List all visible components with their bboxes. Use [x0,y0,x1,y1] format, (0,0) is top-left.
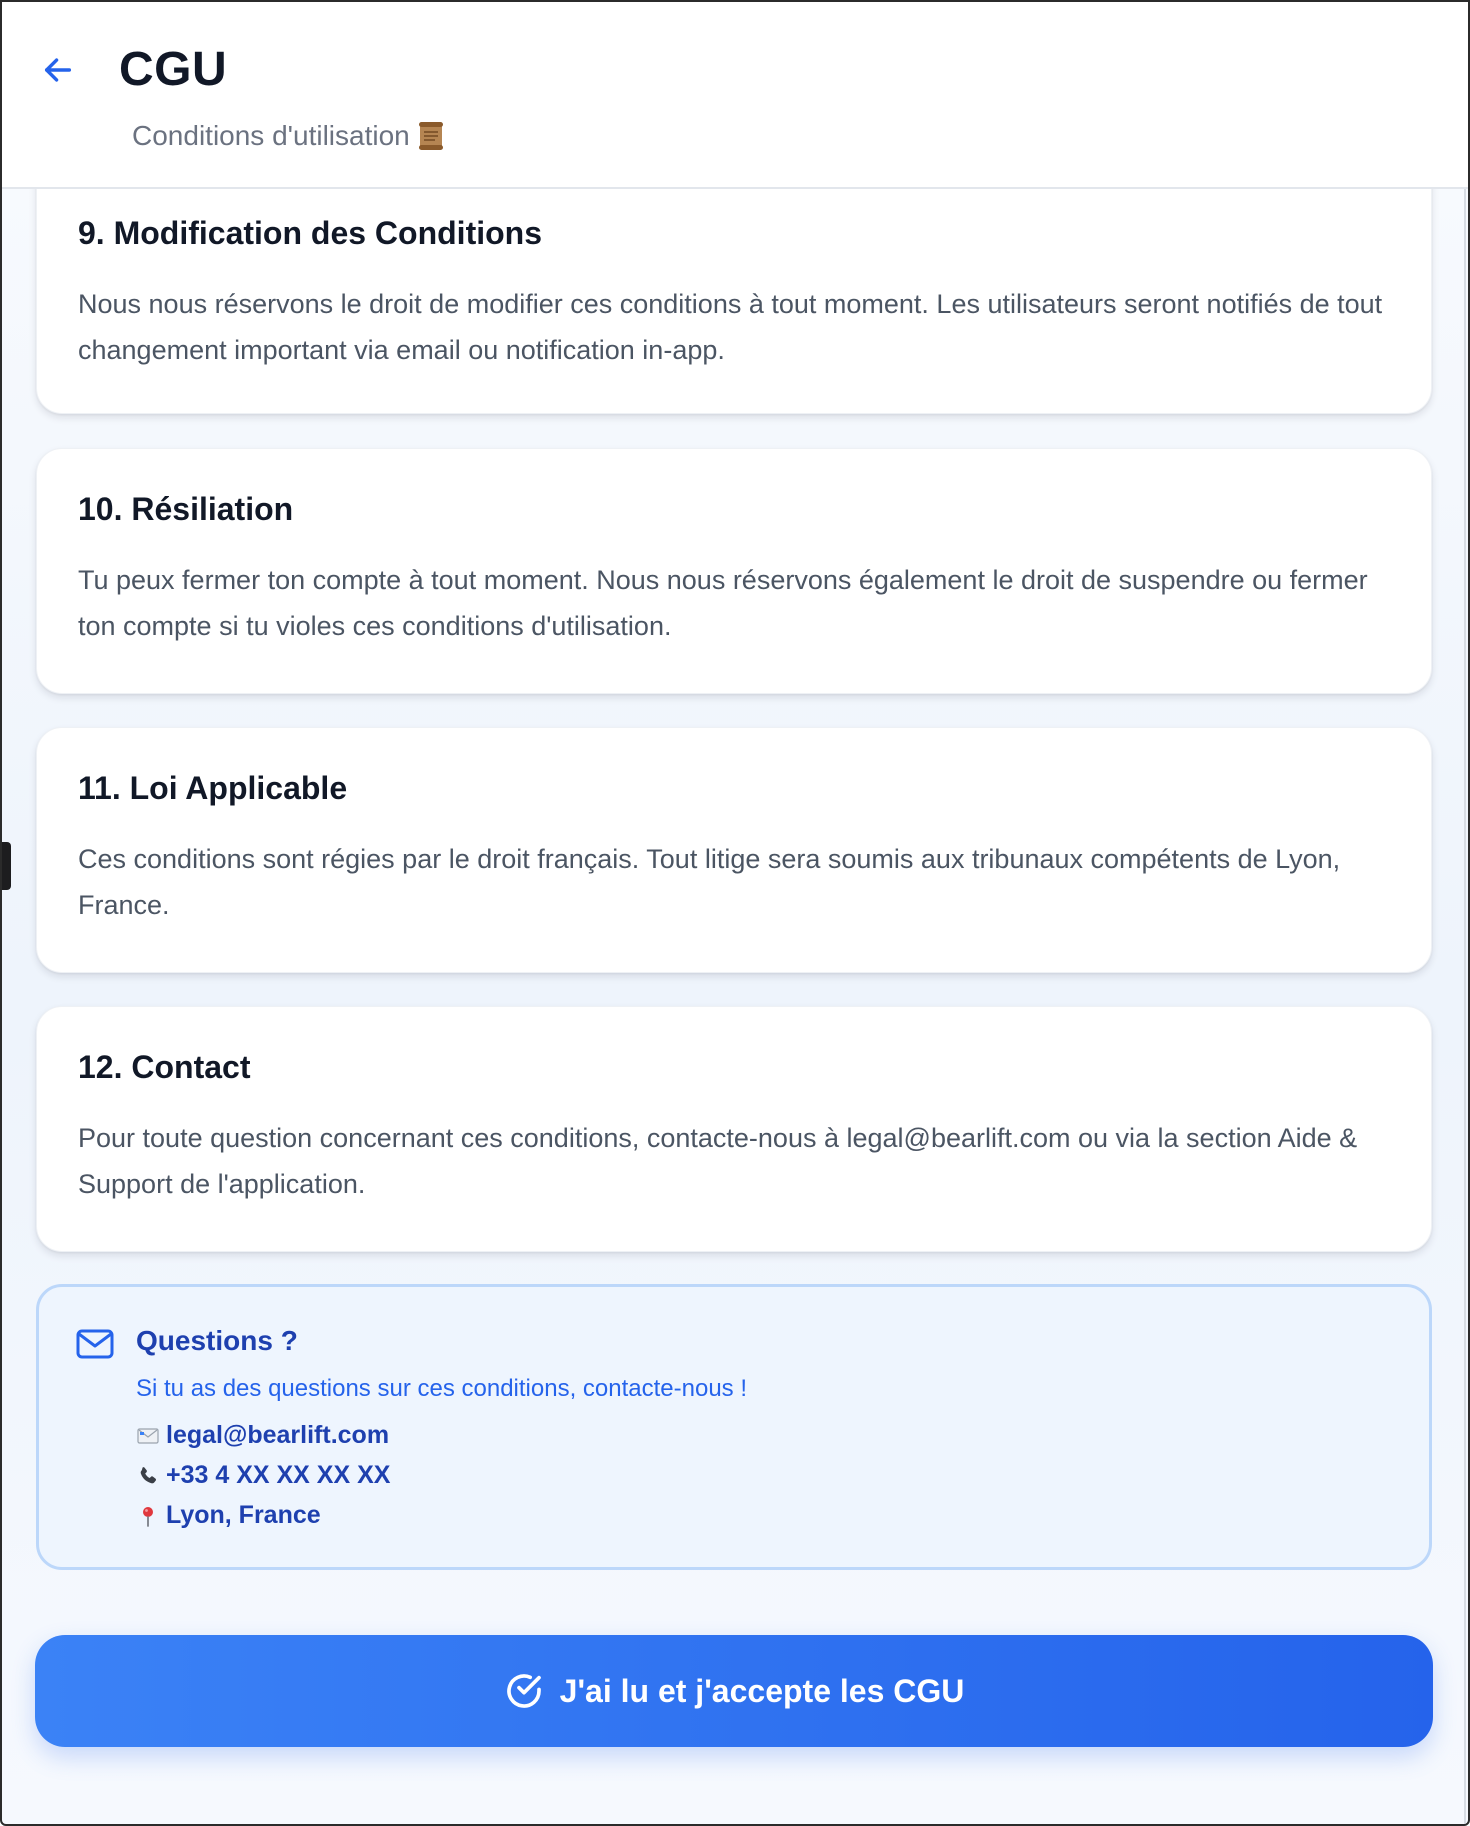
accept-button-label: J'ai lu et j'accepte les CGU [559,1672,965,1709]
contact-email-row[interactable]: legal@bearlift.com [136,1421,389,1450]
pin-icon [143,1506,153,1527]
section-title: 9. Modification des Conditions [78,215,542,251]
check-circle-icon [506,1674,541,1708]
side-handle [2,842,11,890]
section-body: Nous nous réservons le droit de modifier… [78,289,1383,365]
section-title: 12. Contact [78,1049,251,1085]
contact-phone-row[interactable]: +33 4 XX XX XX XX [136,1461,390,1490]
page-subtitle-text: Conditions d'utilisation [132,120,410,151]
top-header: CGU Conditions d'utilisation [2,2,1468,189]
section-card-modification: 9. Modification des Conditions Nous nous… [36,152,1432,414]
arrow-left-icon [44,58,72,82]
contact-email-link[interactable]: legal@bearlift.com [166,1421,389,1450]
page-subtitle: Conditions d'utilisation [132,120,444,152]
accept-cgu-button[interactable]: J'ai lu et j'accepte les CGU [35,1635,1433,1747]
section-card-loi-applicable: 11. Loi Applicable Ces conditions sont r… [36,727,1432,973]
section-body: Pour toute question concernant ces condi… [78,1123,1358,1199]
questions-box: Questions ? Si tu as des questions sur c… [36,1284,1432,1570]
questions-title: Questions ? [136,1325,298,1356]
app-screen: CGU Conditions d'utilisation 9. Modifica… [0,0,1470,1826]
contact-location-text: Lyon, France [166,1501,321,1529]
back-button[interactable] [34,46,82,94]
contact-location-row: Lyon, France [136,1501,321,1530]
scroll-icon [418,122,443,150]
section-card-contact: 12. Contact Pour toute question concerna… [36,1006,1432,1252]
section-title: 11. Loi Applicable [78,770,348,806]
section-body: Tu peux fermer ton compte à tout moment.… [78,565,1368,641]
contact-phone-link[interactable]: +33 4 XX XX XX XX [166,1461,390,1490]
scrollbar-track[interactable] [1464,187,1466,1824]
questions-subtitle: Si tu as des questions sur ces condition… [136,1375,748,1402]
section-body: Ces conditions sont régies par le droit … [78,844,1341,920]
page-title: CGU [119,43,228,96]
phone-icon [140,1466,157,1483]
mail-icon [76,1329,114,1359]
section-card-resiliation: 10. Résiliation Tu peux fermer ton compt… [36,448,1432,694]
envelope-icon [137,1427,159,1444]
section-title: 10. Résiliation [78,491,294,527]
